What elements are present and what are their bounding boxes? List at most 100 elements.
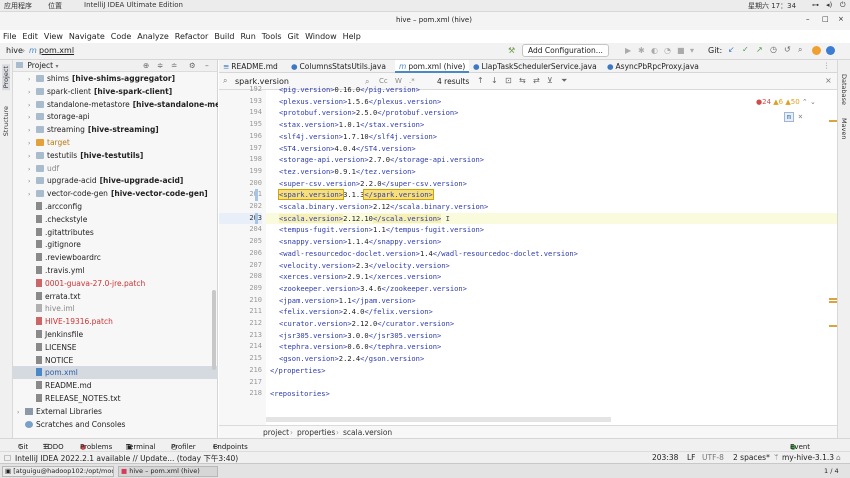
volume-icon[interactable]: ◂) [826,1,832,9]
chevron-right-icon[interactable]: › [28,188,36,200]
project-tool-tab[interactable]: Project [2,64,10,91]
updates-icon[interactable] [812,46,821,55]
hammer-icon[interactable]: ⚒ [508,46,515,55]
tree-item[interactable]: 0001-guava-27.0-jre.patch [13,277,218,290]
menu-tools[interactable]: Tools [262,32,282,41]
vcs-change-marker[interactable] [255,189,258,201]
menu-window[interactable]: Window [305,32,337,41]
tree-item[interactable]: › target [13,136,218,149]
menu-navigate[interactable]: Navigate [69,32,105,41]
network-icon[interactable]: ⊶ [812,1,819,9]
tree-item[interactable]: › upgrade-acid [hive-upgrade-acid] [13,174,218,187]
editor-tab[interactable]: m pom.xml (hive) [395,60,470,73]
tree-item[interactable]: › shims [hive-shims-aggregator] [13,72,218,85]
menu-view[interactable]: View [44,32,63,41]
git-branch[interactable]: my-hive-3.1.3 [782,453,834,462]
editor-tab[interactable]: ● AsyncPbRpcProxy.java [603,60,703,73]
menu-code[interactable]: Code [111,32,131,41]
menu-run[interactable]: Run [240,32,255,41]
taskbar-terminal[interactable]: ▣ [atguigu@hadoop102:/opt/module/... [2,466,114,477]
chevron-right-icon[interactable]: › [28,73,36,85]
chevron-right-icon[interactable]: › [28,137,36,149]
database-tool-tab[interactable]: Database [840,74,848,105]
tree-item[interactable]: Scratches and Consoles [13,418,218,431]
git-update-icon[interactable]: ↙ [728,45,735,54]
gear-icon[interactable]: ⚙ [189,60,196,72]
power-icon[interactable]: ⏻ [840,1,846,10]
tree-item[interactable]: NOTICE [13,354,218,367]
chevron-right-icon[interactable]: › [28,150,36,162]
tree-item[interactable]: › External Libraries [13,405,218,418]
tree-item[interactable]: .reviewboardrc [13,251,218,264]
menu-help[interactable]: Help [343,32,361,41]
maximize-button[interactable]: □ [822,15,829,23]
menu-analyze[interactable]: Analyze [137,32,169,41]
menu-git[interactable]: Git [288,32,300,41]
caret-position[interactable]: 203:38 [652,453,678,462]
collapse-all-icon[interactable]: ≑ [157,60,163,72]
indent-setting[interactable]: 2 spaces* [733,453,770,462]
chevron-right-icon[interactable]: › [28,111,36,123]
tree-item[interactable]: Jenkinsfile [13,328,218,341]
add-configuration-button[interactable]: Add Configuration... [522,44,609,57]
editor-tab[interactable]: ● ColumnsStatsUtils.java [287,60,390,73]
git-commit-icon[interactable]: ✓ [742,45,749,54]
breadcrumb-project[interactable]: project [263,428,289,437]
rollback-icon[interactable]: ↺ [784,45,791,54]
chevron-down-icon[interactable]: ▾ [55,63,58,70]
project-scrollbar[interactable] [212,290,216,370]
coverage-icon[interactable]: ◐ [651,46,658,55]
chevron-right-icon[interactable]: › [17,406,25,418]
tree-item[interactable]: .checkstyle [13,213,218,226]
ide-logo-icon[interactable] [826,46,835,55]
editor-tab[interactable]: ≡ README.md [219,60,282,73]
tab-menu-icon[interactable]: ⋮ [823,61,831,70]
chevron-right-icon[interactable]: › [28,163,36,175]
clock[interactable]: 星期六 17：34 [748,1,796,11]
tree-item[interactable]: errata.txt [13,290,218,303]
lock-icon[interactable]: ⌂ [836,453,841,462]
tree-item[interactable]: HIVE-19316.patch [13,315,218,328]
tree-item[interactable]: .gitattributes [13,226,218,239]
places-menu[interactable]: 位置 [48,1,62,11]
tree-item[interactable]: › streaming [hive-streaming] [13,123,218,136]
code-editor[interactable]: ●24 ▲6 ▲50 ⌃ ⌄ m × <pig.version>0.16.0</… [266,85,837,425]
chevron-right-icon[interactable]: › [28,124,36,136]
tree-item[interactable]: › standalone-metastore [hive-standalone-me… [13,98,218,111]
tree-item[interactable]: .arcconfig [13,200,218,213]
chevron-right-icon[interactable]: › [28,99,36,111]
target-icon[interactable]: ⊕ [143,60,149,72]
nav-project[interactable]: hive [6,46,23,55]
tree-item[interactable]: pom.xml [13,366,218,380]
run-icon[interactable]: ▶ [625,46,631,55]
menu-file[interactable]: File [3,32,16,41]
close-window-button[interactable]: × [838,15,844,23]
tree-item[interactable]: › storage-api [13,110,218,123]
git-push-icon[interactable]: ↗ [756,45,763,54]
debug-icon[interactable]: ✱ [638,46,645,55]
menu-edit[interactable]: Edit [22,32,38,41]
taskbar-idea[interactable]: ■ hive – pom.xml (hive) [118,466,218,477]
apps-menu[interactable]: 应用程序 [4,1,32,11]
tree-item[interactable]: hive.iml [13,302,218,315]
history-icon[interactable]: ◷ [770,45,777,54]
file-encoding[interactable]: UTF-8 [702,453,724,462]
line-separator[interactable]: LF [687,453,696,462]
chevron-right-icon[interactable]: › [28,175,36,187]
breadcrumb-scala-version[interactable]: scala.version [343,428,392,437]
horizontal-scrollbar[interactable] [266,417,611,422]
chevron-right-icon[interactable]: › [28,86,36,98]
menu-build[interactable]: Build [214,32,234,41]
dropdown-icon[interactable]: ▾ [690,46,694,55]
tree-item[interactable]: README.md [13,379,218,392]
workspace-pager[interactable]: 1 / 4 [824,467,839,475]
editor-tab[interactable]: ● LlapTaskSchedulerService.java [469,60,601,73]
project-panel-title[interactable]: Project [27,61,53,70]
tree-item[interactable]: › testutils [hive-testutils] [13,149,218,162]
tree-item[interactable]: › udf [13,162,218,175]
tree-item[interactable]: › spark-client [hive-spark-client] [13,85,218,98]
active-app-label[interactable]: IntelliJ IDEA Ultimate Edition [84,1,183,9]
search-everywhere-icon[interactable]: ⌕ [798,45,802,55]
tree-item[interactable]: .gitignore [13,238,218,251]
tree-item[interactable]: LICENSE [13,341,218,354]
